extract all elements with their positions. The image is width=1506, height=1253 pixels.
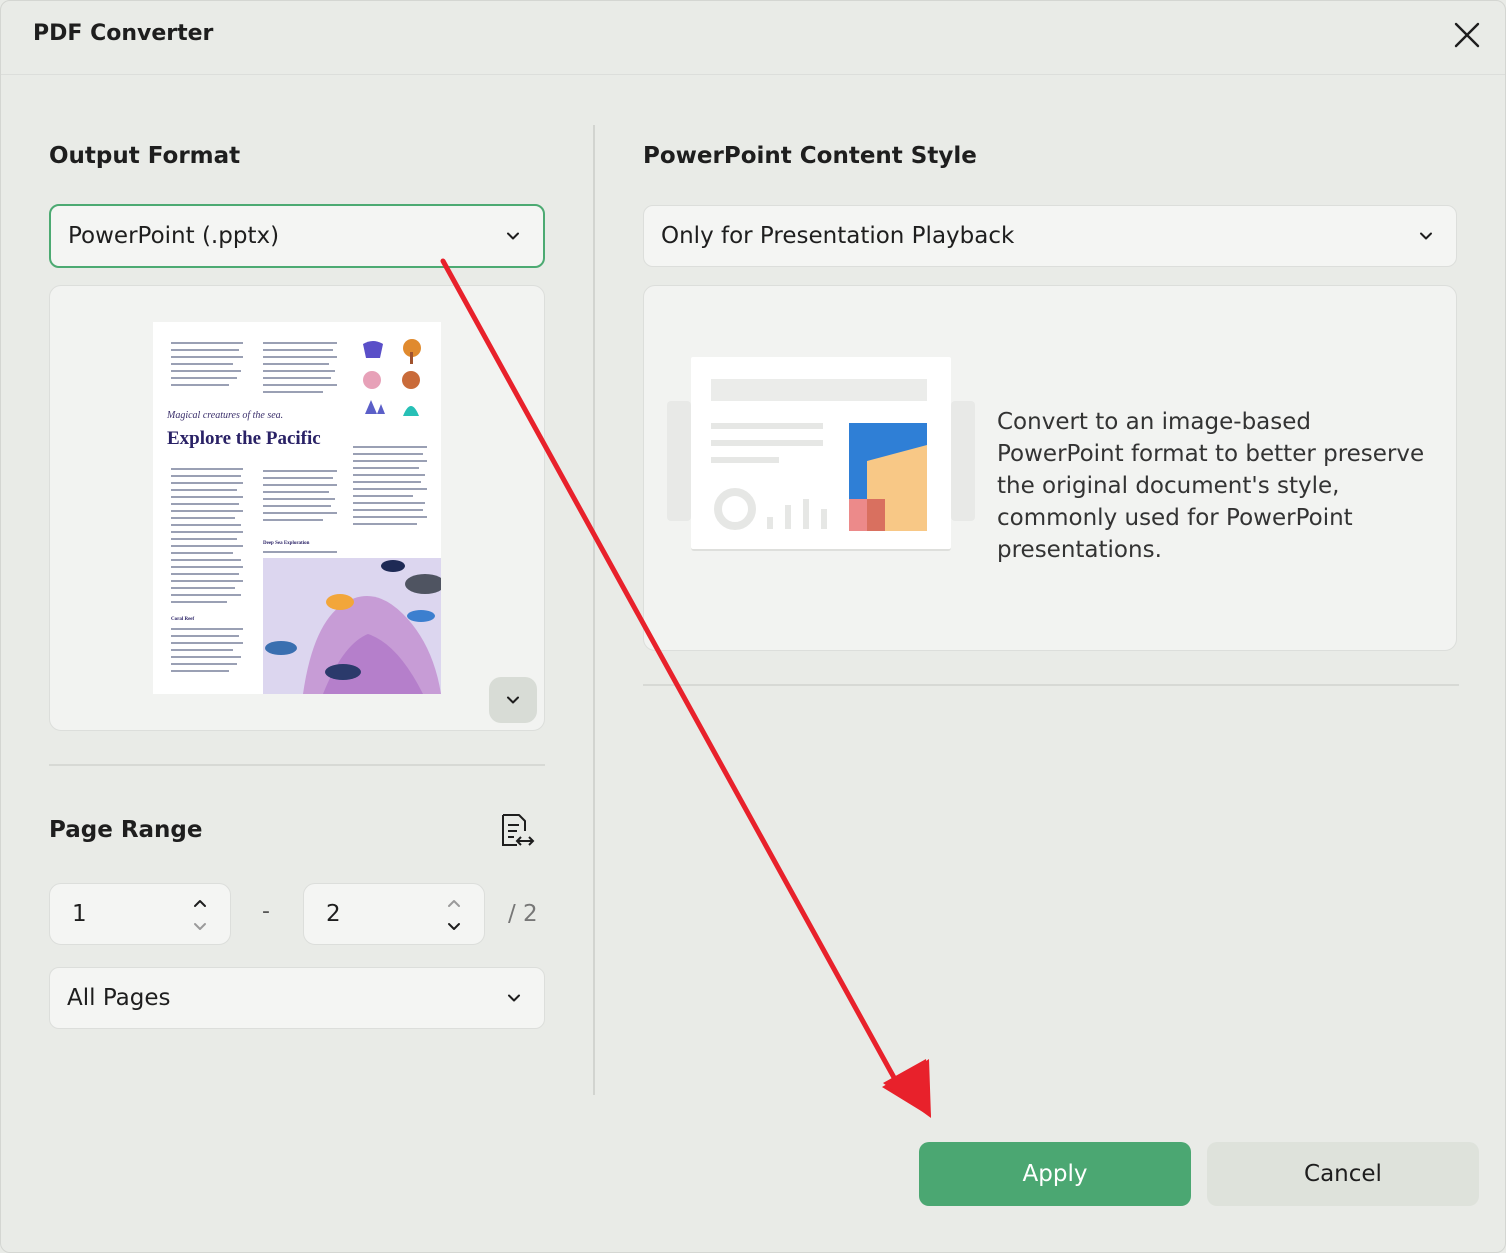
content-style-description: Convert to an image-based PowerPoint for… (997, 409, 1425, 563)
content-style-select[interactable]: Only for Presentation Playback (643, 205, 1457, 267)
title-divider (1, 74, 1505, 75)
output-format-value: PowerPoint (.pptx) (68, 223, 280, 249)
right-section-divider (643, 684, 1459, 686)
content-style-label: PowerPoint Content Style (643, 143, 977, 169)
column-divider (593, 125, 595, 1095)
page-subset-select[interactable]: All Pages (49, 967, 545, 1029)
page-swap-icon (502, 814, 535, 846)
preview-doc-title: Explore the Pacific (167, 428, 321, 449)
left-section-divider (49, 764, 545, 766)
page-range-label: Page Range (49, 817, 203, 843)
stepper-arrows-icon[interactable] (192, 896, 208, 934)
page-range-toggle-button[interactable] (495, 811, 535, 851)
preview-heading-coral: Coral Reef (171, 617, 195, 622)
page-from-value: 1 (72, 901, 87, 927)
sea-photo (263, 558, 441, 694)
chevron-down-icon (507, 232, 519, 240)
chevron-down-icon (1420, 232, 1432, 240)
cancel-button[interactable]: Cancel (1207, 1142, 1479, 1206)
preview-doc-subtitle: Magical creatures of the sea. (166, 410, 283, 421)
chevron-down-icon (508, 994, 520, 1002)
page-to-stepper[interactable]: 2 (303, 883, 485, 945)
page-from-stepper[interactable]: 1 (49, 883, 231, 945)
range-separator: - (262, 899, 270, 924)
page-to-value: 2 (326, 901, 341, 927)
stepper-arrows-icon[interactable] (446, 896, 462, 934)
close-icon (1454, 22, 1480, 48)
apply-button[interactable]: Apply (919, 1142, 1191, 1206)
content-style-value: Only for Presentation Playback (661, 223, 1015, 249)
preview-heading-deep-sea: Deep Sea Exploration (263, 541, 310, 546)
page-subset-value: All Pages (67, 985, 171, 1011)
slide-illustration-icon (667, 357, 975, 551)
page-total: / 2 (508, 901, 538, 927)
output-format-label: Output Format (49, 143, 241, 169)
document-page-image: Magical creatures of the sea. Explore th… (153, 322, 441, 694)
pdf-converter-dialog: PDF Converter Output Format PowerPoint (… (0, 0, 1506, 1253)
preview-expand-button[interactable] (489, 677, 537, 723)
close-button[interactable] (1449, 17, 1485, 53)
dialog-title: PDF Converter (33, 21, 214, 46)
chevron-down-icon (507, 696, 519, 704)
output-format-select[interactable]: PowerPoint (.pptx) (49, 204, 545, 268)
document-preview-thumbnail: Magical creatures of the sea. Explore th… (153, 322, 441, 694)
